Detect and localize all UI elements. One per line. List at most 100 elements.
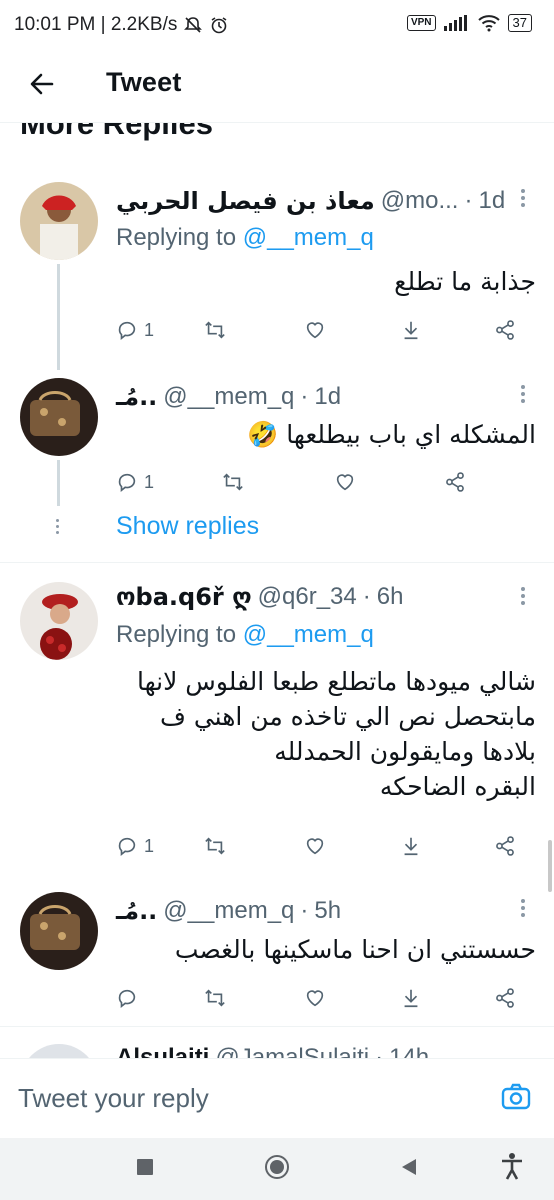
retweet-button[interactable] [204, 830, 226, 862]
camera-icon[interactable] [500, 1081, 532, 1113]
retweet-button[interactable] [204, 982, 226, 1014]
replying-mention[interactable]: @__mem_q [243, 224, 374, 251]
replying-to: Replying to @__mem_q [116, 621, 374, 649]
tweet-time[interactable]: 5h [314, 897, 341, 925]
vpn-badge: VPN [406, 15, 436, 31]
more-options-icon[interactable] [520, 382, 526, 406]
recent-apps-icon[interactable] [134, 1156, 156, 1178]
like-button[interactable] [304, 314, 326, 346]
retweet-button[interactable] [204, 314, 226, 346]
share-icon [496, 988, 514, 1008]
replying-prefix: Replying to [116, 224, 237, 251]
tweet-text-line: بلادها ومايقولون الحمدلله [274, 737, 536, 766]
divider [0, 1026, 554, 1027]
back-triangle-icon[interactable] [398, 1156, 420, 1178]
tweet-header: ოba.q6ř ღ @q6r_34 · 6h [116, 579, 403, 615]
reply-count: 1 [144, 319, 155, 340]
tweet-text-line: البقره الضاحكه [379, 772, 536, 801]
home-icon[interactable] [264, 1154, 290, 1180]
tweet-header: مُـ.. @__mem_q · 1d [116, 379, 341, 415]
avatar[interactable] [20, 582, 98, 660]
more-options-icon[interactable] [520, 896, 526, 920]
share-icon [446, 472, 464, 492]
download-icon [404, 321, 418, 340]
download-button[interactable] [400, 830, 422, 862]
share-button[interactable] [494, 982, 516, 1014]
wifi-icon [477, 15, 500, 32]
accessibility-icon[interactable] [500, 1152, 524, 1180]
avatar[interactable] [20, 182, 98, 260]
system-nav-bar [0, 1138, 554, 1200]
retweet-icon [205, 321, 225, 339]
reply-composer: Tweet your reply [0, 1058, 554, 1139]
retweet-icon [205, 989, 225, 1007]
download-button[interactable] [400, 314, 422, 346]
like-button[interactable] [334, 466, 356, 498]
heart-icon [306, 990, 324, 1007]
replying-mention[interactable]: @__mem_q [243, 621, 374, 648]
avatar[interactable] [20, 892, 98, 970]
tweet-header: مُـ.. @__mem_q · 5h [116, 893, 341, 929]
separator-dot: · [362, 583, 371, 610]
share-button[interactable] [494, 314, 516, 346]
status-bar: 10:01 PM | 2.2KB/s VPN 37 [0, 0, 554, 52]
status-left: 10:01 PM | 2.2KB/s [14, 14, 229, 36]
reply-button[interactable]: 1 [116, 830, 154, 862]
retweet-icon [205, 837, 225, 855]
author-name[interactable]: معاذ بن فيصل الحربي [116, 187, 375, 215]
scrollbar[interactable] [548, 840, 552, 892]
divider [0, 562, 554, 563]
retweet-button[interactable] [222, 466, 244, 498]
like-button[interactable] [304, 830, 326, 862]
thread-line [57, 460, 60, 506]
heart-icon [336, 474, 354, 491]
more-options-icon[interactable] [520, 186, 526, 210]
retweet-icon [223, 473, 243, 491]
reply-button[interactable]: 1 [116, 314, 154, 346]
author-handle[interactable]: @__mem_q [163, 897, 294, 925]
like-button[interactable] [304, 982, 326, 1014]
tweet-time[interactable]: 1d [314, 383, 341, 411]
author-handle[interactable]: @mo... [381, 187, 459, 215]
alarm-icon [211, 17, 227, 34]
more-options-icon[interactable] [520, 584, 526, 608]
author-name[interactable]: ოba.q6ř ღ [116, 583, 252, 611]
thread-line [57, 264, 60, 370]
author-name[interactable]: مُـ.. [116, 383, 157, 411]
share-button[interactable] [494, 830, 516, 862]
separator-dot: · [300, 897, 309, 924]
tweet-text: شالي ميودها ماتطلع طبعا الفلوس لانها ماب… [137, 664, 536, 804]
tweet-time[interactable]: 1d [478, 187, 505, 215]
back-arrow-icon[interactable] [28, 70, 56, 98]
author-handle[interactable]: @__mem_q [163, 383, 294, 411]
download-icon [404, 989, 418, 1008]
tweet-text-line: شالي ميودها ماتطلع طبعا الفلوس لانها [137, 667, 536, 696]
reply-icon [118, 473, 136, 492]
share-icon [496, 836, 514, 856]
tweet-actions: 1 [116, 314, 540, 346]
author-name[interactable]: مُـ.. [116, 897, 157, 925]
status-right: VPN 37 [406, 14, 532, 32]
author-handle[interactable]: @q6r_34 [258, 583, 357, 611]
reply-input[interactable]: Tweet your reply [18, 1083, 209, 1114]
download-button[interactable] [400, 982, 422, 1014]
heart-icon [306, 322, 324, 339]
share-icon [496, 320, 514, 340]
reply-icon [118, 989, 136, 1008]
tweet-text: حسستني ان احنا ماسكينها بالغصب [174, 935, 536, 964]
reply-count: 1 [144, 471, 155, 492]
tweet-time[interactable]: 6h [377, 583, 404, 611]
download-icon [404, 837, 418, 856]
tweet-actions: 1 [116, 830, 540, 862]
reply-icon [118, 837, 136, 856]
separator-dot: · [300, 383, 309, 410]
share-button[interactable] [444, 466, 466, 498]
replying-prefix: Replying to [116, 621, 237, 648]
tweet-actions [116, 982, 540, 1014]
avatar[interactable] [20, 378, 98, 456]
tweet-actions: 1 [116, 466, 540, 498]
reply-button[interactable] [116, 982, 138, 1014]
reply-count: 1 [144, 835, 155, 856]
reply-button[interactable]: 1 [116, 466, 154, 498]
show-replies-link[interactable]: Show replies [116, 512, 259, 541]
